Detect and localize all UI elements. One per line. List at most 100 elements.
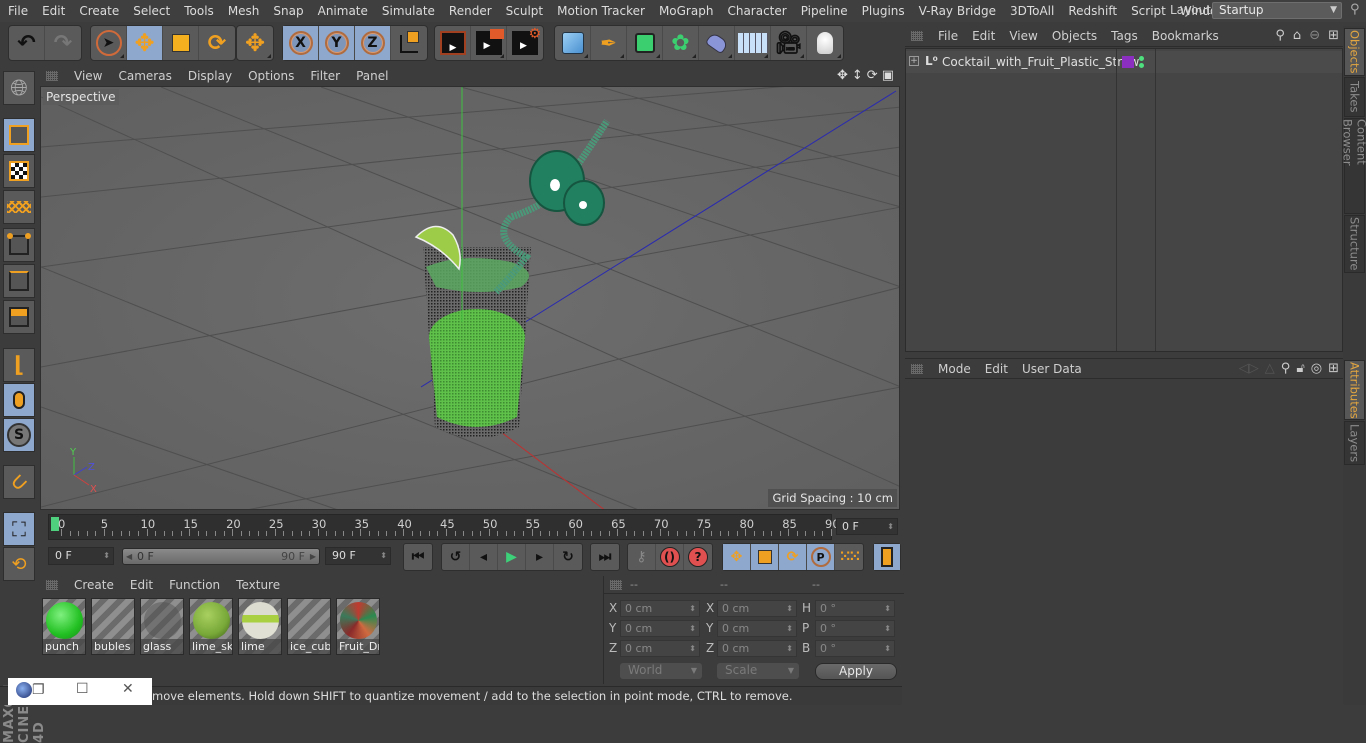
apply-button[interactable]: Apply [815,663,897,680]
panel-grip-icon[interactable] [46,580,58,590]
keyframe-selection-button[interactable]: ? [684,544,712,570]
material-menu-create[interactable]: Create [66,578,122,592]
timeline-window-button[interactable] [874,544,900,570]
viewport-menu-cameras[interactable]: Cameras [110,69,179,83]
menu-simulate[interactable]: Simulate [374,4,441,18]
material-tag-icon[interactable] [1122,56,1134,68]
tweak-mode-button[interactable] [3,383,35,417]
key-rotation-toggle[interactable]: ⟳ [779,544,807,570]
redo-button[interactable]: ↷ [45,26,81,60]
up-arrow-icon[interactable]: △ [1265,361,1275,376]
points-mode-button[interactable] [3,228,35,262]
key-parameter-toggle[interactable]: P [807,544,835,570]
goto-start-button[interactable]: ⏮ [404,544,432,570]
material-lime[interactable]: lime [238,598,282,655]
spinner-icon[interactable]: ⬍ [786,621,793,636]
render-view-button[interactable]: ▶ [435,26,471,60]
end-frame-field[interactable]: 90 F ⬍ [325,547,391,565]
attributes-menu-edit[interactable]: Edit [978,362,1015,376]
eye-icon[interactable]: ⊖ [1309,28,1320,43]
subdivision-button[interactable] [627,26,663,60]
spinner-icon[interactable]: ⬍ [786,601,793,616]
size-mode-dropdown[interactable]: Scale ▼ [717,663,799,679]
material-punch[interactable]: punch [42,598,86,655]
model-mode-button[interactable] [3,118,35,152]
spinner-icon[interactable]: ⬍ [103,548,110,564]
deformer-button[interactable] [699,26,735,60]
tab-content-browser[interactable]: Content Browser [1341,118,1366,214]
material-bubles[interactable]: bubles [91,598,135,655]
spinner-icon[interactable]: ⬍ [884,641,891,656]
key-pla-toggle[interactable]: ⁙⁙ [835,544,863,570]
cloner-button[interactable]: ✿ [663,26,699,60]
light-button[interactable] [807,26,843,60]
menu-sculpt[interactable]: Sculpt [498,4,549,18]
key-scale-toggle[interactable] [751,544,779,570]
tab-takes[interactable]: Takes [1344,77,1365,117]
menu-select[interactable]: Select [125,4,176,18]
menu-3dtoall[interactable]: 3DToAll [1002,4,1060,18]
objects-menu-edit[interactable]: Edit [965,29,1002,43]
layout-dropdown[interactable]: Startup ▼ [1212,2,1342,19]
autokey-button[interactable]: () [656,544,684,570]
target-icon[interactable]: ◎ [1311,361,1322,376]
viewport-menu-options[interactable]: Options [240,69,302,83]
frame-range-slider[interactable]: ◀ 0 F 90 F ▶ [122,548,320,565]
search-icon[interactable]: ⚲ [1281,361,1291,376]
spinner-icon[interactable]: ⬍ [884,601,891,616]
spinner-icon[interactable]: ⬍ [689,601,696,616]
new-panel-icon[interactable]: ⊞ [1328,28,1339,43]
x-axis-toggle[interactable]: X [283,26,319,60]
expand-icon[interactable]: + [909,56,919,66]
menu-render[interactable]: Render [441,4,498,18]
transform-tool-button[interactable]: ✥ [237,26,273,60]
render-visibility-dot[interactable] [1139,63,1144,68]
goto-end-button[interactable]: ⏭ [591,544,619,570]
key-position-toggle[interactable]: ✥ [723,544,751,570]
polygons-mode-button[interactable] [3,300,35,334]
range-left-arrow-icon[interactable]: ◀ [126,549,132,564]
objects-menu-view[interactable]: View [1002,29,1044,43]
floor-button[interactable] [735,26,771,60]
viewport-menu-view[interactable]: View [66,69,110,83]
axis-mode-button[interactable]: ⌊ [3,348,35,382]
dolly-icon[interactable]: ↕ [852,68,863,83]
menu-mograph[interactable]: MoGraph [651,4,720,18]
viewport-menu-filter[interactable]: Filter [302,69,348,83]
editor-visibility-dot[interactable] [1139,56,1144,61]
y-axis-toggle[interactable]: Y [319,26,355,60]
workplane-align-button[interactable]: ⟲ [3,547,35,581]
undo-button[interactable]: ↶ [9,26,45,60]
tab-structure[interactable]: Structure [1344,215,1365,273]
home-icon[interactable]: ⌂ [1293,28,1301,43]
menu-file[interactable]: File [0,4,34,18]
menu-vray-bridge[interactable]: V-Ray Bridge [911,4,1002,18]
tab-layers[interactable]: Layers [1344,421,1365,465]
menu-tools[interactable]: Tools [176,4,220,18]
z-axis-toggle[interactable]: Z [355,26,391,60]
material-lime-skin[interactable]: lime_ski [189,598,233,655]
current-frame-field[interactable]: 0 F ⬍ [836,518,898,535]
position-x-field[interactable]: 0 cm ⬍ [620,600,700,617]
magnet-button[interactable]: ∪ [3,465,35,499]
panel-grip-icon[interactable] [911,31,923,41]
spinner-icon[interactable]: ⬍ [689,621,696,636]
rotation-p-field[interactable]: 0 ° ⬍ [815,620,895,637]
menu-pipeline[interactable]: Pipeline [793,4,854,18]
search-icon[interactable]: ⚲ [1350,2,1360,17]
pan-icon[interactable]: ✥ [837,68,848,83]
edges-mode-button[interactable] [3,264,35,298]
render-picture-viewer-button[interactable]: ▶ [471,26,507,60]
tab-attributes[interactable]: Attributes [1344,360,1365,420]
next-key-button[interactable]: ↻ [554,544,582,570]
object-name[interactable]: Cocktail_with_Fruit_Plastic_Straw [942,55,1139,69]
prev-key-button[interactable]: ↺ [442,544,470,570]
camera-button[interactable]: 🎥︎ [771,26,807,60]
material-menu-function[interactable]: Function [161,578,228,592]
make-editable-button[interactable]: 🌐︎ [3,71,35,105]
coordinate-mode-dropdown[interactable]: World ▼ [620,663,702,679]
rotate-tool-button[interactable]: ⟳ [199,26,235,60]
spinner-icon[interactable]: ⬍ [380,548,387,564]
menu-script[interactable]: Script [1123,4,1172,18]
rotation-b-field[interactable]: 0 ° ⬍ [815,640,895,657]
